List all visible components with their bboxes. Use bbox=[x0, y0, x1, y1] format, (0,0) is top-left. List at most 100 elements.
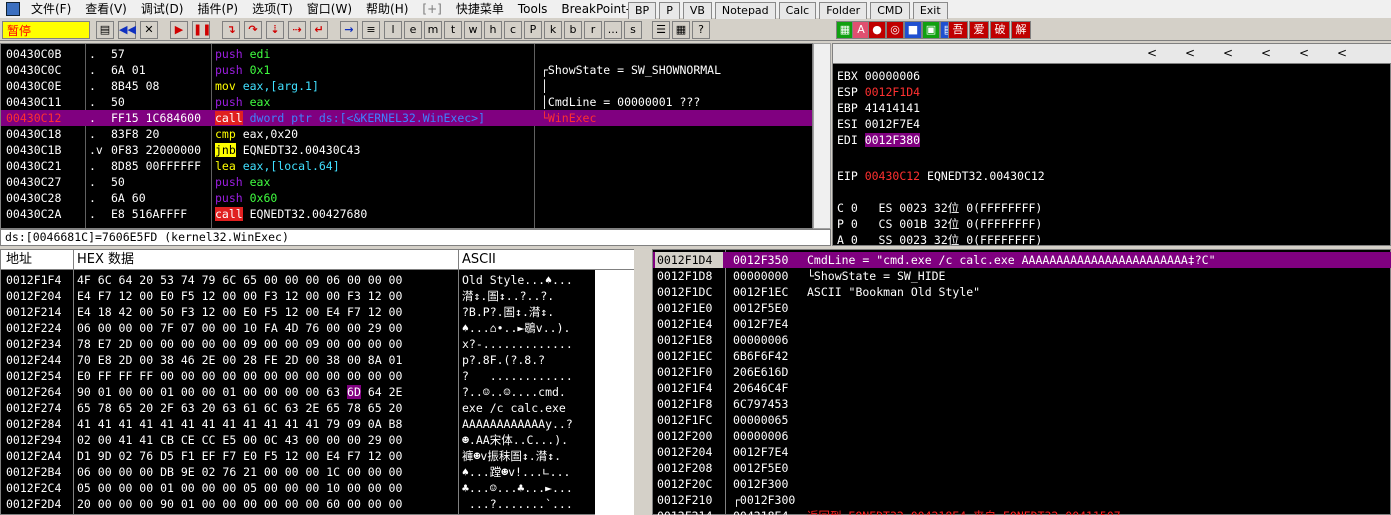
goto-icon[interactable]: → bbox=[340, 21, 358, 39]
cn-button-3[interactable]: 破 bbox=[990, 21, 1010, 39]
toolbar-letter-s[interactable]: s bbox=[624, 21, 642, 39]
stack-row[interactable]: 0012F200 00000006 bbox=[653, 428, 1391, 444]
rewind-icon[interactable]: ◀◀ bbox=[118, 21, 136, 39]
disasm-row[interactable]: 00430C27. 50 push eax bbox=[1, 174, 812, 190]
registers-pane[interactable]: 寄存器 (FPU) < < < < < < EBX 00000006 ESP 0012F1D… bbox=[832, 43, 1391, 279]
register-scroll-arrow[interactable]: < bbox=[1133, 44, 1171, 63]
stack-row[interactable]: 0012F1E8 00000006 bbox=[653, 332, 1391, 348]
stack-row[interactable]: 0012F214 004218E4 返回到 EQNEDT32.004218E4 来自… bbox=[653, 508, 1391, 515]
disasm-row[interactable]: 00430C11. 50 push eax │CmdLine = 00000001 ?… bbox=[1, 94, 812, 110]
register-scroll-arrow[interactable]: < bbox=[1323, 44, 1361, 63]
plugin-cmd-button[interactable]: CMD bbox=[870, 2, 910, 20]
disasm-row[interactable]: 00430C18. 83F8 20 cmp eax,0x20 bbox=[1, 126, 812, 142]
hex-dump-pane[interactable]: 地址 HEX 数据 ASCII 0012F1F4 4F 6C 64 20 53 7… bbox=[0, 249, 635, 515]
cn-button-4[interactable]: 解 bbox=[1011, 21, 1031, 39]
dump-hex-header[interactable]: HEX 数据 bbox=[77, 250, 134, 269]
menu-view[interactable]: 查看(V) bbox=[78, 0, 134, 18]
stack-row[interactable]: 0012F1F8 6C797453 bbox=[653, 396, 1391, 412]
stack-row[interactable]: 0012F1D8 00000000 └ShowState = SW_HIDE bbox=[653, 268, 1391, 284]
stack-row[interactable]: 0012F1FC 00000065 bbox=[653, 412, 1391, 428]
toolbar-letter-t[interactable]: t bbox=[444, 21, 462, 39]
plugin-tile-icon[interactable]: ■ bbox=[904, 21, 922, 39]
menu-file[interactable]: 文件(F) bbox=[24, 0, 78, 18]
disasm-row[interactable]: 00430C0E. 8B45 08 mov eax,[arg.1] │ bbox=[1, 78, 812, 94]
flag-row[interactable]: A 0 SS 0023 32位 0(FFFFFFFF) bbox=[837, 232, 1042, 248]
flag-row[interactable]: C 0 ES 0023 32位 0(FFFFFFFF) bbox=[837, 200, 1042, 216]
stack-row[interactable]: 0012F204 0012F7E4 bbox=[653, 444, 1391, 460]
flag-row[interactable]: P 0 CS 001B 32位 0(FFFFFFFF) bbox=[837, 216, 1042, 232]
disasm-row[interactable]: 00430C12. FF15 1C684600 call dword ptr ds:… bbox=[1, 110, 812, 126]
disasm-row[interactable]: 00430C2A. E8 516AFFFF call EQNEDT32.004276… bbox=[1, 206, 812, 222]
list-icon[interactable]: ≡ bbox=[362, 21, 380, 39]
toolbar-letter-r[interactable]: r bbox=[584, 21, 602, 39]
disassembly-pane[interactable]: 00430C0B. 57 push edi 00430C0C. 6A 01 push 0x… bbox=[0, 43, 813, 229]
stack-pane[interactable]: 0012F1D4 0012F350 CmdLine = "cmd.exe /c ca… bbox=[652, 249, 1391, 515]
menu-help[interactable]: 帮助(H) bbox=[359, 0, 415, 18]
register-eip-row[interactable]: EIP 00430C12 EQNEDT32.00430C12 bbox=[837, 168, 1045, 184]
toolbar-letter-e[interactable]: e bbox=[404, 21, 422, 39]
plugin-record-icon[interactable]: ● bbox=[868, 21, 886, 39]
stack-row[interactable]: 0012F1E0 0012F5E0 bbox=[653, 300, 1391, 316]
trace-over-icon[interactable]: ⇢ bbox=[288, 21, 306, 39]
disasm-row[interactable]: 00430C21. 8D85 00FFFFFF lea eax,[local.64] bbox=[1, 158, 812, 174]
plugin-folder-button[interactable]: Folder bbox=[819, 2, 868, 20]
toolbar-letter-m[interactable]: m bbox=[424, 21, 442, 39]
disassembly-scrollbar[interactable] bbox=[813, 43, 831, 229]
close-icon[interactable]: ✕ bbox=[140, 21, 158, 39]
toolbar-letter-k[interactable]: k bbox=[544, 21, 562, 39]
menu-debug[interactable]: 调试(D) bbox=[134, 0, 191, 18]
register-scroll-arrow[interactable]: < bbox=[1285, 44, 1323, 63]
dump-ascii-header[interactable]: ASCII bbox=[462, 250, 496, 269]
plugin-notepad-button[interactable]: Notepad bbox=[714, 2, 776, 20]
plugin-vb-button[interactable]: VB bbox=[682, 2, 712, 20]
stack-row[interactable]: 0012F210 ┌0012F300 bbox=[653, 492, 1391, 508]
toolbar-letter-p[interactable]: P bbox=[524, 21, 542, 39]
register-row[interactable]: EDI 0012F380 bbox=[837, 132, 921, 148]
menu-shortcuts[interactable]: 快捷菜单 bbox=[449, 0, 511, 18]
plugin-target-icon[interactable]: ◎ bbox=[886, 21, 904, 39]
grid-icon[interactable]: ▦ bbox=[672, 21, 690, 39]
register-scroll-arrow[interactable]: < bbox=[1171, 44, 1209, 63]
register-row[interactable]: ESI 0012F7E4 bbox=[837, 116, 920, 132]
register-row[interactable]: ESP 0012F1D4 bbox=[837, 84, 920, 100]
pause-icon[interactable]: ❚❚ bbox=[192, 21, 211, 39]
disasm-row[interactable]: 00430C0C. 6A 01 push 0x1 ┌ShowState = SW_SH… bbox=[1, 62, 812, 78]
toolbar-letter-c[interactable]: c bbox=[504, 21, 522, 39]
menu-tools[interactable]: Tools bbox=[511, 0, 555, 18]
stack-row[interactable]: 0012F1E4 0012F7E4 bbox=[653, 316, 1391, 332]
step-into-icon[interactable]: ↴ bbox=[222, 21, 240, 39]
menu-plus[interactable]: [+] bbox=[415, 0, 448, 18]
cn-button-1[interactable]: 吾 bbox=[948, 21, 968, 39]
options-list-icon[interactable]: ☰ bbox=[652, 21, 670, 39]
cn-button-2[interactable]: 爱 bbox=[969, 21, 989, 39]
step-over-icon[interactable]: ↷ bbox=[244, 21, 262, 39]
help-icon[interactable]: ? bbox=[692, 21, 710, 39]
run-icon[interactable]: ▶ bbox=[170, 21, 188, 39]
pane-splitter[interactable] bbox=[634, 249, 652, 515]
menu-options[interactable]: 选项(T) bbox=[245, 0, 300, 18]
toolbar-letter-l[interactable]: l bbox=[384, 21, 402, 39]
stack-row[interactable]: 0012F20C 0012F300 bbox=[653, 476, 1391, 492]
stack-row[interactable]: 0012F1F4 20646C4F bbox=[653, 380, 1391, 396]
stack-row[interactable]: 0012F208 0012F5E0 bbox=[653, 460, 1391, 476]
plugin-p-button[interactable]: P bbox=[659, 2, 680, 20]
disasm-row[interactable]: 00430C1B .v 0F83 22000000 jnb EQNEDT32.0043… bbox=[1, 142, 812, 158]
open-icon[interactable]: ▤ bbox=[96, 21, 114, 39]
toolbar-letter-h[interactable]: h bbox=[484, 21, 502, 39]
plugin-exit-button[interactable]: Exit bbox=[912, 2, 948, 20]
trace-into-icon[interactable]: ⇣ bbox=[266, 21, 284, 39]
toolbar-letter-b[interactable]: b bbox=[564, 21, 582, 39]
stack-row[interactable]: 0012F1F0 206E616D bbox=[653, 364, 1391, 380]
disasm-row[interactable]: 00430C0B. 57 push edi bbox=[1, 46, 812, 62]
register-row[interactable]: EBX 00000006 bbox=[837, 68, 920, 84]
dump-addr-header[interactable]: 地址 bbox=[6, 250, 32, 269]
plugin-calc-button[interactable]: Calc bbox=[778, 2, 817, 20]
menu-window[interactable]: 窗口(W) bbox=[300, 0, 359, 18]
plugin-image-icon[interactable]: ▣ bbox=[922, 21, 940, 39]
execute-till-return-icon[interactable]: ↵ bbox=[310, 21, 328, 39]
register-scroll-arrow[interactable]: < bbox=[1247, 44, 1285, 63]
stack-row[interactable]: 0012F1EC 6B6F6F42 bbox=[653, 348, 1391, 364]
toolbar-ellipsis[interactable]: ... bbox=[604, 21, 622, 39]
register-row[interactable]: EBP 41414141 bbox=[837, 100, 920, 116]
toolbar-letter-w[interactable]: w bbox=[464, 21, 482, 39]
